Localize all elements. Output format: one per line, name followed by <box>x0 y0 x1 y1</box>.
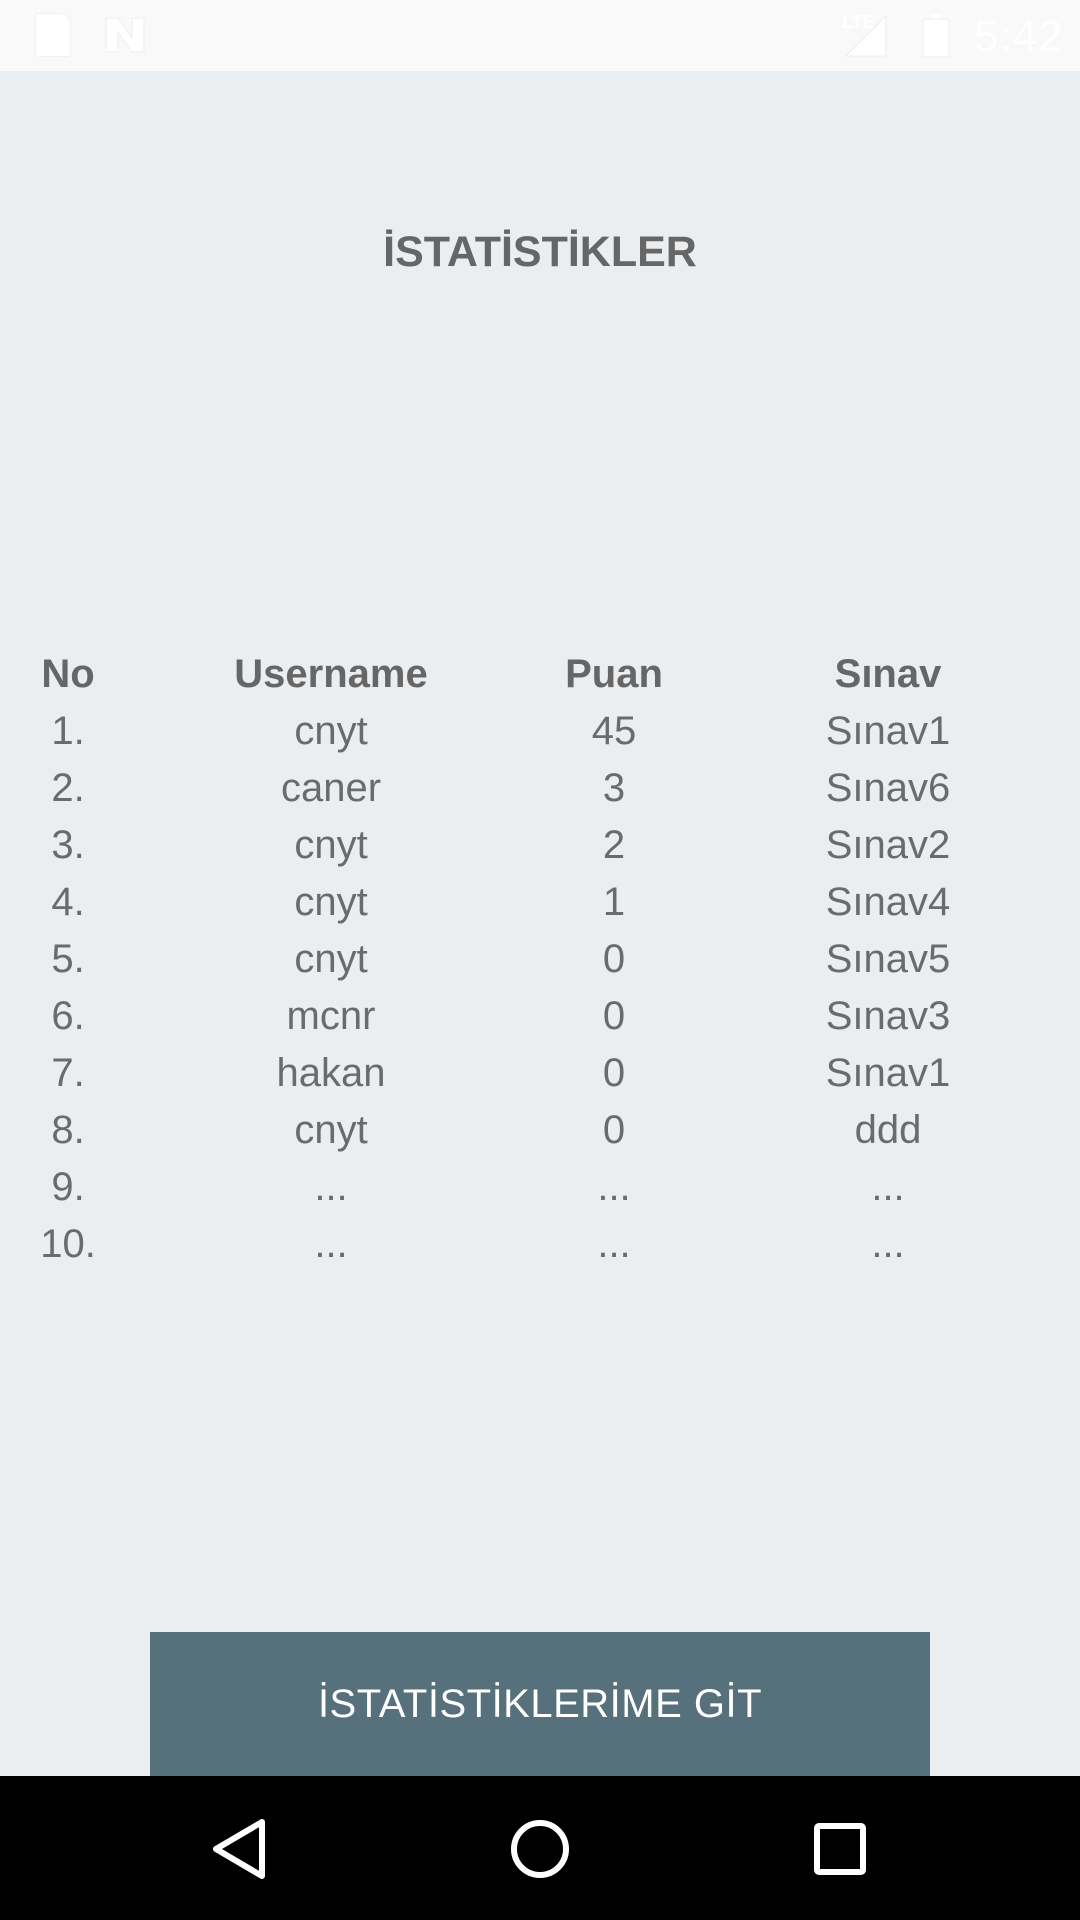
table-row: 1. cnyt 45 Sınav1 <box>0 703 1080 760</box>
cell-sinav: Sınav1 <box>825 1051 951 1095</box>
table-row: 3. cnyt 2 Sınav2 <box>0 817 1080 874</box>
cell-username: cnyt <box>294 823 368 867</box>
table-row: 6. mcnr 0 Sınav3 <box>0 988 1080 1045</box>
cell-no: 5. <box>51 937 85 981</box>
cell-no: 7. <box>51 1051 85 1095</box>
clock: 5:42 <box>974 12 1064 61</box>
cell-username: ... <box>314 1165 348 1209</box>
recents-icon[interactable] <box>795 1804 885 1894</box>
header-username: Username <box>234 652 428 696</box>
cell-username: cnyt <box>294 880 368 924</box>
cell-no: 6. <box>51 994 85 1038</box>
network-type-label: LTE <box>842 12 875 32</box>
cell-username: cnyt <box>294 709 368 753</box>
home-icon[interactable] <box>495 1804 585 1894</box>
cell-puan: 1 <box>602 880 626 924</box>
page-title: İSTATİSTİKLER <box>383 228 697 276</box>
cell-sinav: Sınav2 <box>825 823 951 867</box>
cell-sinav: Sınav6 <box>825 766 951 810</box>
table-row: 7. hakan 0 Sınav1 <box>0 1045 1080 1102</box>
cell-no: 9. <box>51 1165 85 1209</box>
cell-sinav: Sınav3 <box>825 994 951 1038</box>
table-row: 8. cnyt 0 ddd <box>0 1102 1080 1159</box>
navigation-bar <box>0 1776 1080 1920</box>
cell-sinav: ddd <box>854 1108 922 1152</box>
cell-puan: 3 <box>602 766 626 810</box>
cell-puan: 0 <box>602 994 626 1038</box>
cell-username: hakan <box>276 1051 386 1095</box>
header-no: No <box>41 652 95 696</box>
table-row: 10. ... ... ... <box>0 1216 1080 1273</box>
cell-sinav: ... <box>871 1165 905 1209</box>
cell-no: 2. <box>51 766 85 810</box>
cell-no: 4. <box>51 880 85 924</box>
cell-username: mcnr <box>286 994 376 1038</box>
cell-username: cnyt <box>294 937 368 981</box>
table-row: 5. cnyt 0 Sınav5 <box>0 931 1080 988</box>
status-bar: LTE 5:42 <box>0 0 1080 71</box>
battery-icon <box>922 14 950 58</box>
go-to-my-statistics-button[interactable]: İSTATİSTİKLERİME GİT <box>150 1632 930 1776</box>
n-notification-icon <box>105 17 145 53</box>
cell-no: 10. <box>40 1222 96 1266</box>
header-sinav: Sınav <box>834 652 942 696</box>
cell-username: ... <box>314 1222 348 1266</box>
stats-table: No Username Puan Sınav 1. cnyt 45 Sınav1… <box>0 646 1080 1273</box>
cell-sinav: Sınav1 <box>825 709 951 753</box>
sd-card-icon <box>36 14 70 56</box>
table-row: 2. caner 3 Sınav6 <box>0 760 1080 817</box>
cell-puan: ... <box>597 1222 631 1266</box>
back-icon[interactable] <box>196 1804 286 1894</box>
cell-puan: 2 <box>602 823 626 867</box>
cell-username: cnyt <box>294 1108 368 1152</box>
table-row: 9. ... ... ... <box>0 1159 1080 1216</box>
header-puan: Puan <box>565 652 663 696</box>
cell-no: 1. <box>51 709 85 753</box>
cell-no: 3. <box>51 823 85 867</box>
table-row: 4. cnyt 1 Sınav4 <box>0 874 1080 931</box>
cell-username: caner <box>280 766 382 810</box>
cell-puan: 0 <box>602 937 626 981</box>
cell-puan: 0 <box>602 1108 626 1152</box>
cell-puan: 0 <box>602 1051 626 1095</box>
cell-no: 8. <box>51 1108 85 1152</box>
cell-sinav: Sınav4 <box>825 880 951 924</box>
cell-puan: 45 <box>591 709 637 753</box>
cell-puan: ... <box>597 1165 631 1209</box>
table-header-row: No Username Puan Sınav <box>0 646 1080 703</box>
cell-sinav: Sınav5 <box>825 937 951 981</box>
cell-sinav: ... <box>871 1222 905 1266</box>
